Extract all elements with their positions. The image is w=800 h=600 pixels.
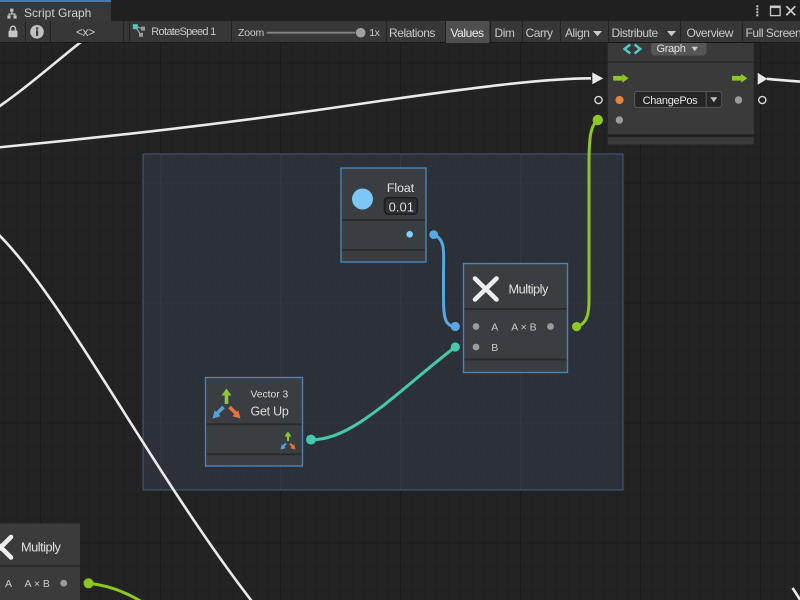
svg-text:Get Up: Get Up (251, 405, 289, 419)
svg-text:B: B (491, 342, 498, 354)
svg-text:ChangePos: ChangePos (643, 95, 699, 107)
svg-text:0.01: 0.01 (389, 199, 414, 214)
svg-text:Multiply: Multiply (21, 539, 61, 554)
svg-text:A × B: A × B (511, 321, 536, 333)
svg-text:Float: Float (387, 181, 415, 195)
svg-text:A: A (491, 321, 498, 333)
svg-text:A: A (5, 578, 12, 590)
svg-text:Graph: Graph (657, 43, 686, 55)
svg-text:Vector 3: Vector 3 (251, 390, 289, 401)
svg-text:A × B: A × B (24, 578, 49, 590)
svg-text:Multiply: Multiply (509, 282, 549, 297)
